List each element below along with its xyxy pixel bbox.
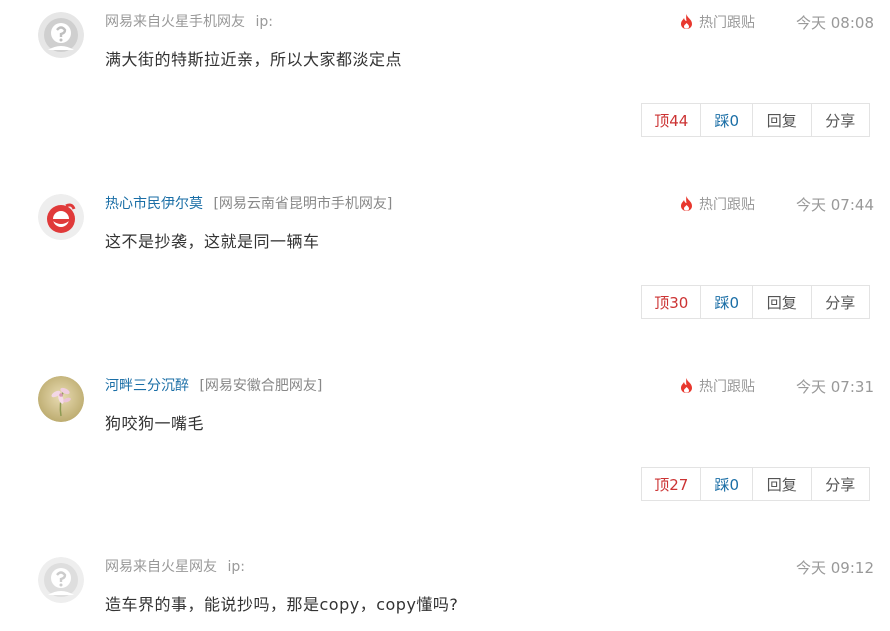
ip-label: ip:: [255, 14, 273, 30]
upvote-button[interactable]: 顶44: [642, 104, 702, 136]
upvote-button[interactable]: 顶30: [642, 286, 702, 318]
downvote-button[interactable]: 踩0: [701, 468, 754, 500]
fire-icon: [680, 378, 693, 399]
reply-button[interactable]: 回复: [753, 468, 812, 500]
comment-body: 狗咬狗一嘴毛: [105, 414, 205, 433]
author-location: [网易安徽合肥网友]: [199, 378, 323, 394]
reply-button[interactable]: 回复: [753, 286, 812, 318]
share-button[interactable]: 分享: [812, 104, 869, 136]
anonymous-avatar-icon[interactable]: [38, 557, 84, 603]
hot-label: 热门跟贴: [699, 379, 755, 395]
author-anon-label: 网易来自火星网友: [105, 559, 217, 575]
comment-actions: 顶27 踩0 回复 分享: [641, 467, 870, 501]
downvote-button[interactable]: 踩0: [701, 286, 754, 318]
comment-time: 今天 08:08: [796, 14, 874, 32]
comment-time: 今天 07:44: [796, 196, 874, 214]
red-logo-avatar-icon[interactable]: [38, 194, 84, 240]
author-anon-label: 网易来自火星手机网友: [105, 14, 245, 30]
anonymous-avatar-icon[interactable]: [38, 12, 84, 58]
upvote-button[interactable]: 顶27: [642, 468, 702, 500]
comment-time: 今天 07:31: [796, 378, 874, 396]
hot-badge: 热门跟贴: [680, 13, 755, 35]
comment-author: 热心市民伊尔莫 [网易云南省昆明市手机网友]: [105, 194, 392, 214]
share-button[interactable]: 分享: [812, 468, 869, 500]
fire-icon: [680, 14, 693, 35]
comment-author: 网易来自火星手机网友 ip:: [105, 12, 273, 32]
ip-label: ip:: [227, 559, 245, 575]
comment-author: 河畔三分沉醉 [网易安徽合肥网友]: [105, 376, 322, 396]
comment-actions: 顶30 踩0 回复 分享: [641, 285, 870, 319]
author-location: [网易云南省昆明市手机网友]: [213, 196, 393, 212]
reply-button[interactable]: 回复: [753, 104, 812, 136]
comment-body: 这不是抄袭，这就是同一辆车: [105, 232, 320, 251]
comment-body: 造车界的事，能说抄吗，那是copy，copy懂吗?: [105, 595, 459, 614]
hot-badge: 热门跟贴: [680, 195, 755, 217]
author-name-link[interactable]: 热心市民伊尔莫: [105, 196, 203, 212]
share-button[interactable]: 分享: [812, 286, 869, 318]
comment-actions: 顶44 踩0 回复 分享: [641, 103, 870, 137]
comment-time: 今天 09:12: [796, 559, 874, 577]
flower-photo-avatar-icon[interactable]: [38, 376, 84, 422]
comment-author: 网易来自火星网友 ip:: [105, 557, 245, 577]
downvote-button[interactable]: 踩0: [701, 104, 754, 136]
hot-label: 热门跟贴: [699, 15, 755, 31]
author-name-link[interactable]: 河畔三分沉醉: [105, 378, 189, 394]
comment-body: 满大街的特斯拉近亲，所以大家都淡定点: [105, 50, 403, 69]
hot-badge: 热门跟贴: [680, 377, 755, 399]
fire-icon: [680, 196, 693, 217]
hot-label: 热门跟贴: [699, 197, 755, 213]
